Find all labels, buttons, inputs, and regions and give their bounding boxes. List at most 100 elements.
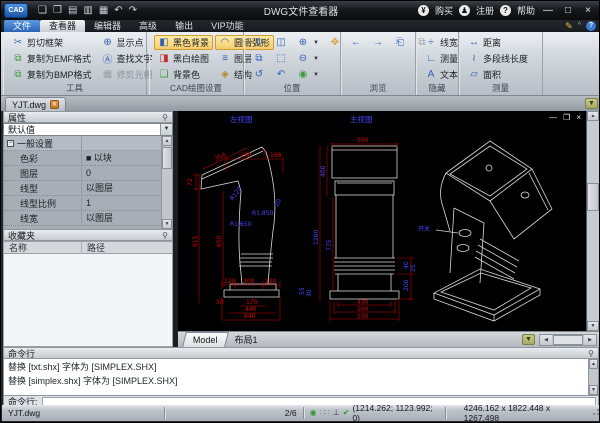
forward-icon[interactable]: → (368, 35, 388, 50)
menu-tab-输出[interactable]: 输出 (166, 20, 202, 32)
chevron-down-icon[interactable]: ▼ (313, 56, 319, 62)
chevron-down-icon[interactable]: ▼ (160, 124, 172, 135)
menu-tab-文件[interactable]: 文件 (4, 20, 41, 32)
ribbon-button-显示点[interactable]: ⊕ 显示点 (98, 35, 157, 50)
mdi-minimize-icon[interactable]: — (549, 113, 557, 122)
scroll-thumb[interactable] (587, 183, 599, 211)
favorites-name-column[interactable]: 名称 (4, 241, 82, 254)
scroll-thumb[interactable] (553, 334, 583, 345)
ribbon-button-背景色[interactable]: ❏ 背景色 (154, 67, 213, 82)
mdi-restore-icon[interactable]: ❐ (563, 113, 570, 122)
dimension-label: R1,850 (252, 210, 274, 217)
doctab-overflow-chevron-icon[interactable]: ▼ (585, 98, 598, 109)
favorites-path-column[interactable]: 路径 (82, 241, 105, 254)
property-row[interactable]: 色彩 ■ 以块 (4, 151, 172, 166)
new-file-icon[interactable]: ❏ (38, 3, 47, 18)
ribbon-button-距离[interactable]: ↔ 距离 (464, 35, 538, 50)
chevron-down-icon[interactable]: ▼ (313, 40, 319, 46)
orbit-icon[interactable]: ↺ (249, 67, 269, 82)
menu-tab-编辑器[interactable]: 编辑器 (85, 20, 130, 32)
scroll-down-icon[interactable]: ▼ (587, 321, 599, 331)
ribbon-button-线宽[interactable]: ÷ 线宽 (421, 35, 462, 50)
maximize-button[interactable]: □ (561, 3, 575, 18)
scroll-thumb[interactable] (162, 147, 172, 169)
favorites-list[interactable] (3, 254, 173, 347)
open-file-icon[interactable]: ❐ (53, 3, 62, 18)
zoom-window-icon[interactable]: ◫ (271, 35, 291, 50)
edit-pencil-icon[interactable]: ✎ (565, 20, 573, 32)
ribbon-button-复制为BMP格式[interactable]: ⧉ 复制为BMP格式 (8, 67, 96, 82)
layout1-tab[interactable]: 布局1 (227, 333, 266, 347)
canvas-vertical-scrollbar[interactable]: ▲ ▼ (586, 111, 599, 331)
osnap-icon[interactable]: ◉ (310, 408, 317, 418)
redo-icon[interactable]: ↷ (129, 3, 137, 18)
scroll-up-icon[interactable]: ▲ (587, 111, 599, 121)
zoom-previous-icon[interactable]: ↶ (271, 67, 291, 82)
cad-logo[interactable]: CAD (4, 3, 28, 18)
property-value: ■ 以块 (81, 151, 172, 165)
ribbon-button-复制为EMF格式[interactable]: ⧉ 复制为EMF格式 (8, 51, 96, 66)
ribbon-button-多段线长度[interactable]: ≀ 多段线长度 (464, 51, 538, 66)
collapse-ribbon-icon[interactable]: ^ (578, 20, 581, 32)
drawing-canvas[interactable]: 左视图 主视图 150 168 350 72 R120 20 R1,850 R1,650 915 60… (178, 111, 599, 331)
buy-button[interactable]: 购买 (435, 4, 453, 17)
chevron-down-icon[interactable]: ▼ (313, 72, 319, 78)
save-icon[interactable]: ▤ (68, 3, 77, 18)
zoom-dynamic-icon[interactable]: ◉ ▼ (293, 67, 323, 82)
model-tab[interactable]: Model (182, 332, 229, 347)
print-icon[interactable]: ▦ (99, 3, 108, 18)
ribbon-button-面积[interactable]: ▱ 面积 (464, 67, 538, 82)
zoom-out-icon[interactable]: ⊖ ▼ (293, 51, 323, 66)
draft-check-icon[interactable]: ✔ (343, 408, 350, 418)
undo-icon[interactable]: ↶ (114, 3, 122, 18)
property-group-row[interactable]: − 一般设置 (4, 136, 172, 151)
ortho-icon[interactable]: ⊥ (333, 408, 340, 418)
close-button[interactable]: × (581, 3, 595, 18)
menu-tab-VIP功能[interactable]: VIP功能 (202, 20, 253, 32)
collapse-minus-icon[interactable]: − (7, 139, 14, 147)
property-scrollbar[interactable]: ▲ ▼ (161, 136, 172, 229)
command-scrollbar[interactable]: ▲ ▼ (588, 359, 598, 395)
zoom-extents-icon[interactable]: ⬚ (271, 51, 291, 66)
document-tab[interactable]: YJT.dwg ✕ (5, 97, 67, 111)
property-row[interactable]: 线型比例 1 (4, 196, 172, 211)
viewtab-chevron-icon[interactable]: ▼ (522, 334, 535, 345)
menu-tab-高级[interactable]: 高级 (130, 20, 166, 32)
register-button[interactable]: 注册 (476, 4, 494, 17)
property-row[interactable]: 线型 以图层 (4, 181, 172, 196)
scroll-up-icon[interactable]: ▲ (162, 136, 172, 146)
close-document-icon[interactable]: ✕ (50, 100, 60, 109)
copy-view-icon[interactable]: ⧉ (249, 51, 269, 66)
mdi-close-icon[interactable]: × (576, 113, 581, 122)
scroll-up-icon[interactable]: ▲ (589, 359, 598, 369)
pin-icon[interactable]: ⚲ (162, 231, 168, 240)
canvas-horizontal-scrollbar[interactable]: ◀ ▶ (539, 333, 597, 346)
ribbon-button-文本[interactable]: A 文本 (421, 67, 462, 82)
ribbon-button-剪切框架[interactable]: ✂ 剪切框架 (8, 35, 96, 50)
scroll-right-icon[interactable]: ▶ (584, 334, 596, 345)
ribbon-button-查找文字[interactable]: Ⓐ 查找文字 (98, 51, 157, 66)
property-row[interactable]: 图层 0 (4, 166, 172, 181)
resize-grip[interactable] (590, 408, 599, 418)
goto-page-icon[interactable]: ⎗ (390, 35, 410, 50)
scroll-down-icon[interactable]: ▼ (589, 385, 598, 395)
zoom-in-icon[interactable]: ⊕ ▼ (293, 35, 323, 50)
scroll-down-icon[interactable]: ▼ (162, 219, 172, 229)
help-button[interactable]: 帮助 (517, 4, 535, 17)
property-row[interactable]: 线宽 以图层 (4, 211, 172, 226)
pin-icon[interactable]: ⚲ (588, 349, 594, 358)
ribbon-button-测量[interactable]: ∟ 测量 (421, 51, 462, 66)
menu-tab-查看器[interactable]: 查看器 (40, 20, 86, 32)
minimize-button[interactable]: — (541, 3, 555, 18)
quick-help-icon[interactable]: ? (586, 21, 596, 31)
rotate-view-icon[interactable]: ↻ (249, 35, 269, 50)
pin-icon[interactable]: ⚲ (162, 113, 168, 122)
save-as-icon[interactable]: ▥ (83, 3, 92, 18)
scroll-left-icon[interactable]: ◀ (540, 334, 552, 345)
ribbon-button-黑色背景[interactable]: ◧ 黑色背景 (154, 35, 214, 50)
grid-icon[interactable]: ∷∷ (320, 408, 330, 418)
ribbon-button-黑白绘图[interactable]: ◨ 黑白绘图 (154, 51, 213, 66)
command-log[interactable]: 替换 [txt.shx] 字体为 [SIMPLEX.SHX] 替换 [simple… (3, 359, 599, 396)
property-preset-dropdown[interactable]: 默认值 ▼ (3, 123, 173, 136)
back-icon[interactable]: ← (346, 35, 366, 50)
